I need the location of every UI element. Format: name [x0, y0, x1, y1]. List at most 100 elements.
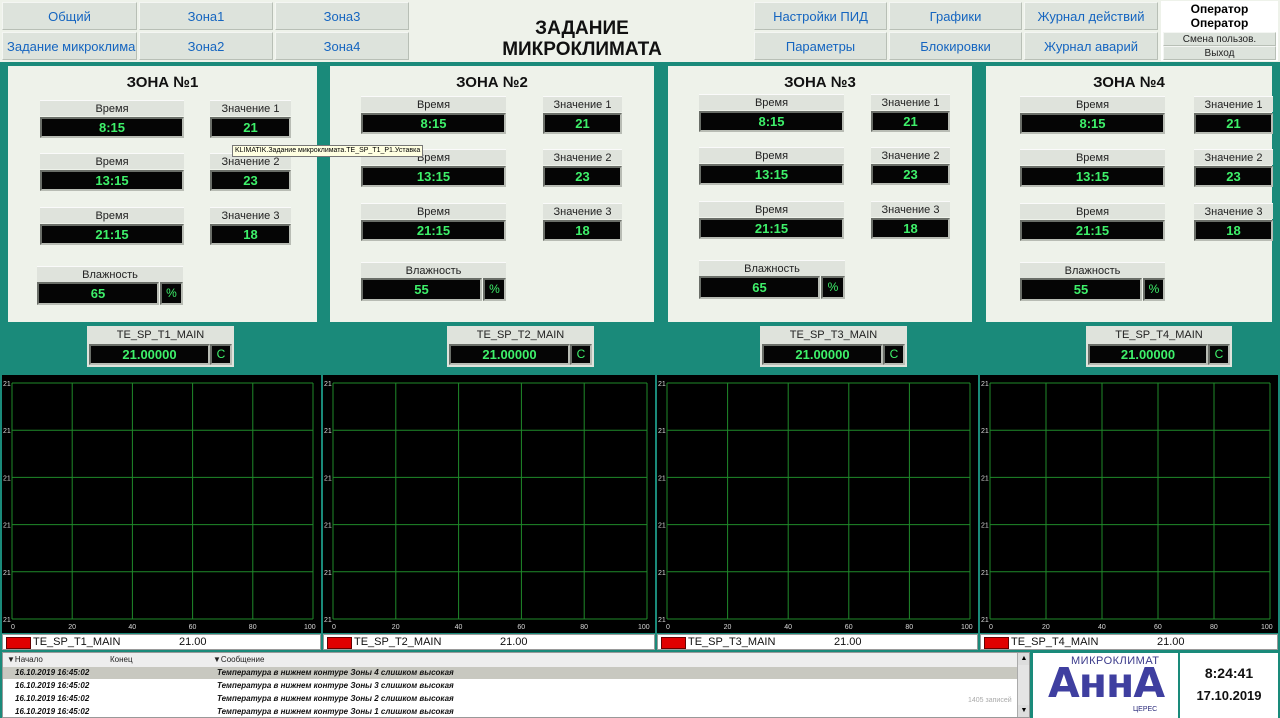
chart-2-ytick-3: 21 — [324, 523, 332, 530]
header-message[interactable]: ▼Сообщение — [213, 655, 264, 664]
chart-4-xtick-4: 80 — [1210, 624, 1218, 631]
chart-2-ytick-4: 21 — [324, 570, 332, 577]
nav-alarm-log-button[interactable]: Журнал аварий — [1024, 32, 1158, 60]
zone-title-2: ЗОНА №2 — [456, 74, 528, 91]
alarm-message: Температура в нижнем контуре Зоны 2 слиш… — [217, 694, 454, 703]
user-panel: Оператор Оператор Смена пользов. Выход — [1161, 1, 1278, 61]
page-title: ЗАДАНИЕ МИКРОКЛИМАТА — [412, 2, 752, 60]
nav-parameters-button[interactable]: Параметры — [754, 32, 887, 60]
zone4-time-value-2[interactable]: 13:15 — [1020, 166, 1165, 187]
chart-4-legend-swatch — [984, 637, 1009, 649]
zone3-time-value-3[interactable]: 21:15 — [699, 218, 844, 239]
zone4-setpoint-name: TE_SP_T4_MAIN — [1115, 329, 1203, 341]
alarm-row[interactable]: 16.10.2019 16:45:02 Температура в нижнем … — [3, 706, 1017, 717]
zone2-time-label-1: Время — [361, 96, 506, 112]
nav-general-button[interactable]: Общий — [2, 2, 137, 30]
scroll-down-arrow[interactable]: ▼ — [1018, 705, 1029, 717]
zone3-time-label-2: Время — [699, 147, 844, 163]
nav-action-log-button[interactable]: Журнал действий — [1024, 2, 1158, 30]
zone1-value-2[interactable]: 23 — [210, 170, 291, 191]
header-start[interactable]: ▼Начало — [7, 655, 43, 664]
zone2-time-value-2[interactable]: 13:15 — [361, 166, 506, 187]
alarm-row[interactable]: 16.10.2019 16:45:02 Температура в нижнем … — [3, 667, 1017, 679]
zone4-value-2[interactable]: 23 — [1194, 166, 1273, 187]
zone1-time-value-1[interactable]: 8:15 — [40, 117, 184, 138]
chart-2-legend-value: 21.00 — [500, 636, 528, 648]
logout-button[interactable]: Выход — [1163, 46, 1276, 60]
zone4-humidity-label: Влажность — [1020, 262, 1165, 278]
user-name-line1: Оператор — [1190, 2, 1249, 16]
zone4-humidity-value[interactable]: 55 — [1020, 278, 1142, 301]
nav-zone4-button[interactable]: Зона4 — [275, 32, 409, 60]
zone3-value-2[interactable]: 23 — [871, 164, 950, 185]
nav-zone1-button[interactable]: Зона1 — [139, 2, 273, 30]
chart-3-xtick-2: 40 — [784, 624, 792, 631]
chart-4-legend-value: 21.00 — [1157, 636, 1185, 648]
alarm-message: Температура в нижнем контуре Зоны 4 слиш… — [217, 668, 454, 677]
chart-4-legend: TE_SP_T4_MAIN 21.00 — [980, 634, 1278, 650]
chart-3[interactable]: 0 20 40 60 80 100 21 21 21 21 21 21 — [657, 375, 978, 633]
change-user-button[interactable]: Смена пользов. — [1163, 32, 1276, 46]
zone1-setpoint-value[interactable]: 21.00000 — [89, 344, 210, 365]
zone1-value-label-1: Значение 1 — [210, 100, 291, 116]
chart-2[interactable]: 0 20 40 60 80 100 21 21 21 21 21 21 — [323, 375, 655, 633]
zone3-time-value-1[interactable]: 8:15 — [699, 111, 844, 132]
zone2-value-3[interactable]: 18 — [543, 220, 622, 241]
zone3-setpoint-value[interactable]: 21.00000 — [762, 344, 883, 365]
chart-3-ytick-0: 21 — [658, 381, 666, 388]
chart-4-ytick-0: 21 — [981, 381, 989, 388]
zone1-humidity-value[interactable]: 65 — [37, 282, 159, 305]
nav-graphs-button[interactable]: Графики — [889, 2, 1022, 30]
zone4-time-label-1: Время — [1020, 96, 1165, 112]
alarm-row[interactable]: 16.10.2019 16:45:02 Температура в нижнем … — [3, 680, 1017, 692]
zone1-value-3[interactable]: 18 — [210, 224, 291, 245]
zone3-humidity-value[interactable]: 65 — [699, 276, 820, 299]
chart-4-ytick-5: 21 — [981, 617, 989, 624]
nav-locks-button[interactable]: Блокировки — [889, 32, 1022, 60]
zone1-value-1[interactable]: 21 — [210, 117, 291, 138]
zone1-time-label-1: Время — [40, 100, 184, 116]
zone4-time-value-1[interactable]: 8:15 — [1020, 113, 1165, 134]
zone2-value-1[interactable]: 21 — [543, 113, 622, 134]
alarm-start: 16.10.2019 16:45:02 — [15, 668, 90, 677]
chart-4[interactable]: 0 20 40 60 80 100 21 21 21 21 21 21 — [980, 375, 1278, 633]
alarm-scrollbar[interactable]: ▲ ▼ — [1017, 653, 1029, 717]
zone3-value-3[interactable]: 18 — [871, 218, 950, 239]
chart-1-plot: 0 20 40 60 80 100 21 21 21 21 21 21 — [3, 381, 316, 631]
zone2-humidity-value[interactable]: 55 — [361, 278, 482, 301]
nav-microclimate-task-button[interactable]: Задание микроклима... — [2, 32, 137, 60]
zone4-value-3[interactable]: 18 — [1194, 220, 1273, 241]
chart-1-legend-swatch — [6, 637, 31, 649]
chart-4-xtick-0: 0 — [989, 624, 993, 631]
zone3-time-value-2[interactable]: 13:15 — [699, 164, 844, 185]
zone2-setpoint-value[interactable]: 21.00000 — [449, 344, 570, 365]
header-end[interactable]: Конец — [110, 655, 133, 664]
zone4-value-1[interactable]: 21 — [1194, 113, 1273, 134]
page-title-line2: МИКРОКЛИМАТА — [502, 39, 662, 60]
chart-4-legend-name: TE_SP_T4_MAIN — [1011, 636, 1099, 648]
zone3-setpoint-unit: C — [883, 344, 905, 365]
scroll-up-arrow[interactable]: ▲ — [1018, 653, 1029, 665]
zone3-time-label-3: Время — [699, 201, 844, 217]
chart-2-plot: 0 20 40 60 80 100 21 21 21 21 21 21 — [324, 381, 650, 631]
zone1-humidity-unit: % — [160, 282, 183, 305]
chart-2-ytick-1: 21 — [324, 428, 332, 435]
nav-pid-settings-button[interactable]: Настройки ПИД — [754, 2, 887, 30]
chart-1-ytick-3: 21 — [3, 523, 11, 530]
nav-zone2-button[interactable]: Зона2 — [139, 32, 273, 60]
zone1-time-value-3[interactable]: 21:15 — [40, 224, 184, 245]
zone3-value-1[interactable]: 21 — [871, 111, 950, 132]
zone2-time-value-1[interactable]: 8:15 — [361, 113, 506, 134]
zone1-humidity-label: Влажность — [37, 266, 183, 282]
zone4-time-value-3[interactable]: 21:15 — [1020, 220, 1165, 241]
zone2-time-value-3[interactable]: 21:15 — [361, 220, 506, 241]
zone2-value-2[interactable]: 23 — [543, 166, 622, 187]
alarm-row[interactable]: 16.10.2019 16:45:02 Температура в нижнем … — [3, 693, 1017, 705]
chart-3-legend-swatch — [661, 637, 686, 649]
chart-1[interactable]: 0 20 40 60 80 100 21 21 21 21 21 21 — [2, 375, 321, 633]
zone1-time-value-2[interactable]: 13:15 — [40, 170, 184, 191]
nav-zone3-button[interactable]: Зона3 — [275, 2, 409, 30]
zone4-setpoint-value[interactable]: 21.00000 — [1088, 344, 1208, 365]
chart-1-ytick-0: 21 — [3, 381, 11, 388]
zone2-setpoint-unit: C — [570, 344, 592, 365]
